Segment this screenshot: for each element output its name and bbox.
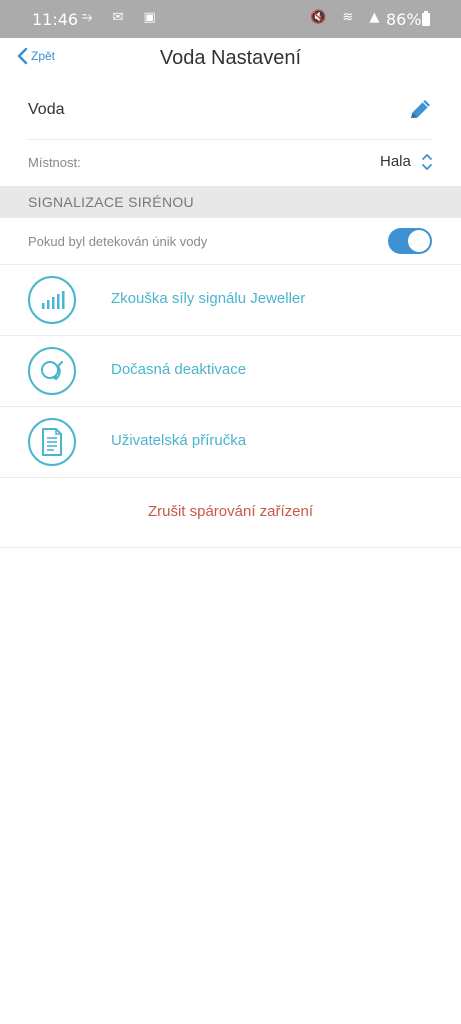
- siren-toggle-label: Pokud byl detekován únik vody: [28, 234, 208, 249]
- notification-icons: ⥲ ✉ ▣: [82, 10, 164, 25]
- battery-level: 86%: [386, 10, 422, 29]
- section-header-siren: SIGNALIZACE SIRÉNOU: [0, 186, 461, 218]
- status-bar: 11:46 ⥲ ✉ ▣ 🔇 ≋ ▲ 86%: [0, 0, 461, 38]
- chevron-up-down-icon: [422, 154, 432, 170]
- status-time: 11:46: [32, 10, 79, 29]
- menu-item-deactivate[interactable]: Dočasná deaktivace: [0, 336, 461, 407]
- menu-item-label: Uživatelská příručka: [111, 432, 247, 449]
- menu-item-label: Dočasná deaktivace: [111, 361, 247, 378]
- pencil-icon[interactable]: [406, 96, 434, 124]
- toggle-knob: [408, 230, 430, 252]
- menu-item-signal-test[interactable]: Zkouška síly signálu Jeweller: [0, 265, 461, 336]
- battery-icon: [422, 11, 430, 26]
- siren-toggle-row: Pokud byl detekován únik vody: [0, 218, 461, 265]
- unpair-label: Zrušit spárování zařízení: [147, 503, 314, 520]
- manual-icon: [28, 418, 76, 466]
- siren-toggle[interactable]: [388, 228, 432, 254]
- nav-bar: Zpět Voda Nastavení: [0, 38, 461, 83]
- system-icons: 🔇 ≋ ▲: [310, 10, 386, 25]
- room-value: Hala: [380, 153, 411, 170]
- device-name-row: Voda: [0, 82, 461, 139]
- menu-item-label: Zkouška síly signálu Jeweller: [111, 290, 306, 307]
- page-title: Voda Nastavení: [159, 47, 302, 69]
- device-name: Voda: [28, 101, 65, 118]
- section-header-label: SIGNALIZACE SIRÉNOU: [28, 194, 194, 210]
- signal-strength-icon: [28, 276, 76, 324]
- room-label: Místnost:: [28, 155, 81, 170]
- menu-item-user-manual[interactable]: Uživatelská příručka: [0, 407, 461, 478]
- unpair-device-button[interactable]: Zrušit spárování zařízení: [0, 478, 461, 548]
- room-selector[interactable]: Místnost: Hala: [0, 140, 461, 186]
- deactivate-icon: [28, 347, 76, 395]
